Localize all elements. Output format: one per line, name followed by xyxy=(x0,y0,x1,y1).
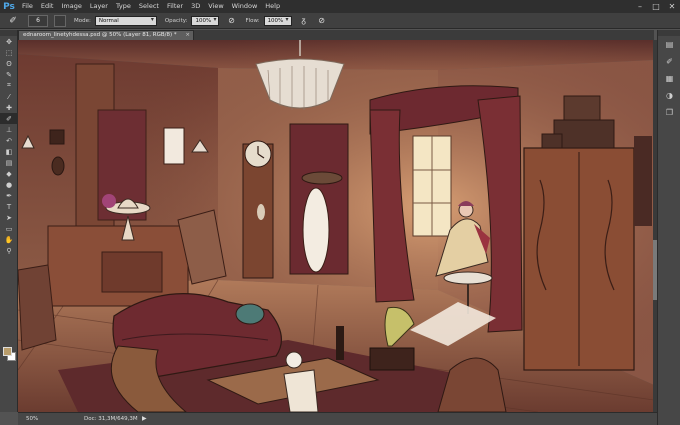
status-menu-arrow-icon[interactable]: ▶ xyxy=(142,415,147,422)
hanging-coat xyxy=(634,136,652,226)
pressure-opacity-icon[interactable]: ⊘ xyxy=(225,15,237,27)
swatches-panel-icon[interactable]: ▦ xyxy=(658,70,680,87)
crop-tool-icon[interactable]: ⌗ xyxy=(0,80,18,91)
menu-select[interactable]: Select xyxy=(135,0,163,13)
status-bar: 50% Doc: 31,3M/649,3M ▶ xyxy=(18,412,657,425)
marquee-tool-icon[interactable]: ⬚ xyxy=(0,47,18,58)
menu-3d[interactable]: 3D xyxy=(187,0,204,13)
options-bar: ✐ 6 Mode: Normal Opacity: 100% ⊘ Flow: 1… xyxy=(0,13,680,29)
brush-panel-toggle-icon[interactable] xyxy=(54,14,66,27)
brush-presets-panel-icon[interactable]: ✐ xyxy=(658,53,680,70)
foreground-color-swatch[interactable] xyxy=(3,347,12,356)
eraser-tool-icon[interactable]: ◧ xyxy=(0,146,18,157)
tool-preset-picker[interactable]: ✐ xyxy=(4,14,22,28)
airbrush-icon[interactable]: ᵹ xyxy=(298,15,310,27)
minimize-button[interactable]: – xyxy=(632,0,648,13)
pressure-size-icon[interactable]: ⊘ xyxy=(316,15,328,27)
dodge-tool-icon[interactable]: ● xyxy=(0,179,18,190)
sofa-hat xyxy=(235,303,265,325)
document-tab-strip: ednaroom_linetyhdessa.psd @ 50% (Layer 8… xyxy=(18,30,654,40)
flow-value: 100% xyxy=(267,17,284,24)
document-tab-title: ednaroom_linetyhdessa.psd @ 50% (Layer 8… xyxy=(23,32,177,38)
brush-tool-icon: ✐ xyxy=(9,15,17,26)
eyedropper-tool-icon[interactable]: ⁄ xyxy=(0,91,18,102)
menu-filter[interactable]: Filter xyxy=(163,0,187,13)
menu-edit[interactable]: Edit xyxy=(37,0,58,13)
clock-pendulum xyxy=(257,204,265,220)
teacup xyxy=(285,351,303,369)
menu-layer[interactable]: Layer xyxy=(86,0,112,13)
mirror-hat xyxy=(301,171,343,185)
hand-tool-icon[interactable]: ✋ xyxy=(0,234,18,245)
opacity-label: Opacity: xyxy=(164,17,188,24)
document-canvas[interactable] xyxy=(18,40,654,412)
menu-window[interactable]: Window xyxy=(228,0,262,13)
opacity-value: 100% xyxy=(195,17,212,24)
blur-tool-icon[interactable]: ◆ xyxy=(0,168,18,179)
menu-type[interactable]: Type xyxy=(112,0,135,13)
lasso-tool-icon[interactable]: ʘ xyxy=(0,58,18,69)
healing-tool-icon[interactable]: ✚ xyxy=(0,102,18,113)
menu-image[interactable]: Image xyxy=(57,0,85,13)
move-tool-icon[interactable]: ✥ xyxy=(0,36,18,47)
close-button[interactable]: ✕ xyxy=(664,0,680,13)
picture-frame xyxy=(49,129,65,145)
flow-input[interactable]: 100% xyxy=(263,15,292,26)
document-tab-close-icon[interactable]: × xyxy=(185,31,190,40)
gramophone-base xyxy=(369,347,415,371)
hat-box-bottom xyxy=(553,119,615,149)
clone-stamp-tool-icon[interactable]: ⊥ xyxy=(0,124,18,135)
brush-size-value: 6 xyxy=(36,17,40,24)
mode-label: Mode: xyxy=(74,17,91,24)
side-table-top xyxy=(443,271,493,285)
window-controls: – □ ✕ xyxy=(632,0,680,13)
mode-select[interactable]: Normal xyxy=(94,15,157,26)
menu-bar: Ps File Edit Image Layer Type Select Fil… xyxy=(0,0,680,13)
flow-label: Flow: xyxy=(245,17,260,24)
history-panel-icon[interactable]: ▤ xyxy=(658,36,680,53)
tools-panel: ✥ ⬚ ʘ ✎ ⌗ ⁄ ✚ ✐ ⊥ ↶ ◧ ▤ ◆ ● ✒ T ➤ ▭ ✋ ⚲ xyxy=(0,30,18,412)
layers-panel-icon[interactable]: ❐ xyxy=(658,104,680,121)
gradient-tool-icon[interactable]: ▤ xyxy=(0,157,18,168)
panel-dock: ▤ ✐ ▦ ◑ ❐ xyxy=(657,30,680,425)
opacity-input[interactable]: 100% xyxy=(191,15,220,26)
type-tool-icon[interactable]: T xyxy=(0,201,18,212)
oval-mirror xyxy=(51,156,65,176)
brush-size-picker[interactable]: 6 xyxy=(28,14,48,27)
pen-tool-icon[interactable]: ✒ xyxy=(0,190,18,201)
table-cloth xyxy=(283,369,319,412)
hat-flower xyxy=(102,194,116,208)
hat-box-top xyxy=(563,95,601,121)
room-illustration xyxy=(18,40,654,412)
photoshop-window: Ps File Edit Image Layer Type Select Fil… xyxy=(0,0,680,425)
menu-file[interactable]: File xyxy=(18,0,37,13)
hat-box-small xyxy=(541,133,563,149)
document-tab[interactable]: ednaroom_linetyhdessa.psd @ 50% (Layer 8… xyxy=(18,30,194,40)
menu-help[interactable]: Help xyxy=(261,0,284,13)
tool-list: ✥ ⬚ ʘ ✎ ⌗ ⁄ ✚ ✐ ⊥ ↶ ◧ ▤ ◆ ● ✒ T ➤ ▭ ✋ ⚲ xyxy=(0,36,18,256)
wine-bottle xyxy=(336,326,344,360)
zoom-tool-icon[interactable]: ⚲ xyxy=(0,245,18,256)
brush-tool-icon[interactable]: ✐ xyxy=(0,113,18,124)
quick-select-tool-icon[interactable]: ✎ xyxy=(0,69,18,80)
zoom-level[interactable]: 50% xyxy=(26,416,38,422)
path-select-tool-icon[interactable]: ➤ xyxy=(0,212,18,223)
menu-view[interactable]: View xyxy=(204,0,227,13)
standing-mirror xyxy=(302,187,330,273)
history-brush-tool-icon[interactable]: ↶ xyxy=(0,135,18,146)
photoshop-logo: Ps xyxy=(3,1,15,12)
wall-mirror xyxy=(163,127,185,165)
panel-dock-buttons: ▤ ✐ ▦ ◑ ❐ xyxy=(658,36,680,121)
shape-tool-icon[interactable]: ▭ xyxy=(0,223,18,234)
maximize-button[interactable]: □ xyxy=(648,0,664,13)
adjustments-panel-icon[interactable]: ◑ xyxy=(658,87,680,104)
document-size-info: Doc: 31,3M/649,3M xyxy=(84,416,138,422)
dresser-door xyxy=(101,251,163,293)
mode-value: Normal xyxy=(98,17,119,24)
